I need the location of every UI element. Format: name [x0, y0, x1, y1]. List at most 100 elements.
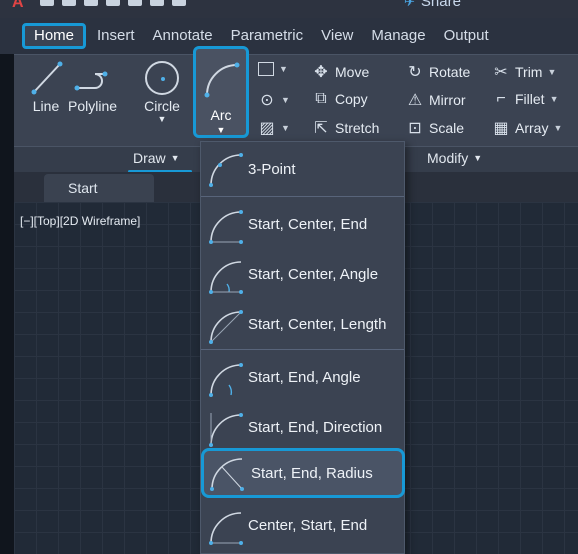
array-label: Array [515, 120, 549, 136]
menu-item-start-center-end[interactable]: Start, Center, End [201, 199, 404, 249]
polyline-tool[interactable]: Polyline [68, 58, 117, 114]
rotate-icon: ↻ [408, 64, 422, 81]
line-label: Line [32, 98, 60, 114]
arc-label: Arc [210, 107, 232, 123]
stretch-icon: ⇱ [314, 120, 328, 137]
title-bar: A ✈ Share [0, 0, 578, 18]
trim-label: Trim [515, 64, 543, 80]
chevron-down-icon: ▼ [473, 153, 483, 163]
viewport-controls[interactable]: [−][Top][2D Wireframe] [20, 214, 140, 228]
copy-button[interactable]: ⧉ Copy [312, 90, 368, 108]
menu-item-center-start-end[interactable]: Center, Start, End [201, 500, 404, 550]
move-button[interactable]: ✥ Move [312, 62, 369, 82]
tab-insert[interactable]: Insert [88, 23, 144, 49]
menu-item-label: Center, Start, End [248, 516, 368, 534]
rotate-button[interactable]: ↻ Rotate [406, 62, 470, 82]
arc-start-center-length-icon [209, 310, 243, 344]
modify-panel-title[interactable]: Modify ▼ [427, 150, 482, 166]
hatch-icon: ▨ [259, 120, 275, 137]
open-file-icon[interactable] [62, 0, 76, 6]
array-button[interactable]: ▦ Array ▼ [492, 118, 562, 138]
arc-start-end-direction-icon [209, 413, 243, 447]
polyline-icon [74, 71, 108, 91]
ellipse-tool[interactable]: ⊙ ▼ [258, 90, 290, 110]
trim-button[interactable]: ✂ Trim ▼ [492, 62, 556, 82]
circle-dropdown-caret[interactable]: ▼ [158, 114, 167, 124]
mirror-icon: ⚠ [407, 92, 423, 109]
arc-start-center-end-icon [209, 210, 243, 244]
stretch-label: Stretch [335, 120, 380, 136]
menu-separator [201, 196, 404, 197]
arc-dropdown-caret[interactable]: ▼ [217, 125, 226, 135]
move-icon: ✥ [314, 64, 328, 81]
line-icon [31, 61, 63, 95]
trim-icon: ✂ [494, 64, 508, 81]
draw-panel-label: Draw [133, 150, 166, 166]
menu-item-label: Start, Center, End [248, 215, 368, 233]
share-button[interactable]: ✈ Share [404, 0, 461, 10]
menu-item-label: Start, Center, Length [248, 315, 387, 333]
save-as-icon[interactable] [106, 0, 120, 6]
scale-label: Scale [429, 120, 465, 136]
circle-label: Circle [144, 98, 180, 114]
menu-item-label: 3-Point [248, 160, 296, 178]
menu-item-label: Start, Center, Angle [248, 265, 379, 283]
tab-view[interactable]: View [312, 23, 362, 49]
fillet-icon: ⌐ [496, 90, 506, 107]
ribbon-tabs: Home Insert Annotate Parametric View Man… [0, 18, 578, 54]
menu-item-start-end-direction[interactable]: Start, End, Direction [201, 402, 404, 452]
left-edge [0, 54, 14, 554]
line-tool[interactable]: Line [26, 58, 66, 114]
hatch-tool[interactable]: ▨ ▼ [258, 118, 289, 138]
move-label: Move [335, 64, 370, 80]
rotate-label: Rotate [429, 64, 471, 80]
tab-output[interactable]: Output [435, 23, 498, 49]
arc-start-center-angle-icon [209, 261, 243, 294]
web-mobile-icon[interactable] [128, 0, 142, 6]
circle-tool[interactable]: Circle ▼ [142, 58, 182, 124]
menu-item-label: Start, End, Angle [248, 368, 361, 386]
ellipse-icon: ⊙ [260, 92, 274, 109]
polyline-label: Polyline [68, 98, 118, 114]
circle-icon [142, 58, 182, 98]
menu-item-start-end-radius[interactable]: Start, End, Radius [201, 448, 405, 498]
save-icon[interactable] [84, 0, 98, 6]
rectangle-tool[interactable]: ▼ [258, 62, 288, 76]
new-file-icon[interactable] [40, 0, 54, 6]
menu-item-start-end-angle[interactable]: Start, End, Angle [201, 352, 404, 402]
arc-start-end-angle-icon [209, 363, 243, 397]
stretch-button[interactable]: ⇱ Stretch [312, 118, 379, 138]
scale-icon: ⊡ [408, 120, 422, 137]
print-icon[interactable] [172, 0, 186, 6]
scale-button[interactable]: ⊡ Scale [406, 118, 464, 138]
copy-icon: ⧉ [315, 90, 327, 107]
rectangle-icon [258, 62, 274, 76]
menu-item-start-center-angle[interactable]: Start, Center, Angle [201, 249, 404, 299]
menu-item-3-point[interactable]: 3-Point [201, 144, 404, 194]
share-label: Share [420, 0, 461, 10]
arc-3point-icon [209, 153, 243, 187]
arc-dropdown-menu: 3-Point Start, Center, End Start, Center… [200, 141, 405, 554]
mirror-button[interactable]: ⚠ Mirror [406, 90, 466, 110]
arc-icon [204, 62, 240, 98]
copy-label: Copy [335, 91, 368, 107]
fillet-button[interactable]: ⌐ Fillet ▼ [492, 90, 558, 108]
chevron-down-icon: ▼ [170, 153, 180, 163]
menu-separator [201, 349, 404, 350]
modify-panel-label: Modify [427, 150, 469, 166]
file-tab-start[interactable]: Start [44, 174, 154, 202]
arc-center-start-end-icon [209, 512, 243, 545]
tab-home[interactable]: Home [22, 23, 87, 49]
draw-panel-title[interactable]: Draw ▼ [133, 150, 180, 166]
plot-icon[interactable] [150, 0, 164, 6]
app-logo-icon[interactable]: A [12, 0, 24, 12]
tab-manage[interactable]: Manage [362, 23, 434, 49]
arc-tool[interactable]: Arc ▼ [193, 46, 249, 138]
menu-item-label: Start, End, Direction [248, 418, 383, 436]
menu-item-start-center-length[interactable]: Start, Center, Length [201, 299, 404, 349]
array-icon: ▦ [493, 120, 509, 137]
share-icon: ✈ [404, 0, 415, 9]
mirror-label: Mirror [429, 92, 466, 108]
arc-start-end-radius-icon [210, 458, 244, 491]
menu-item-label: Start, End, Radius [251, 464, 373, 482]
